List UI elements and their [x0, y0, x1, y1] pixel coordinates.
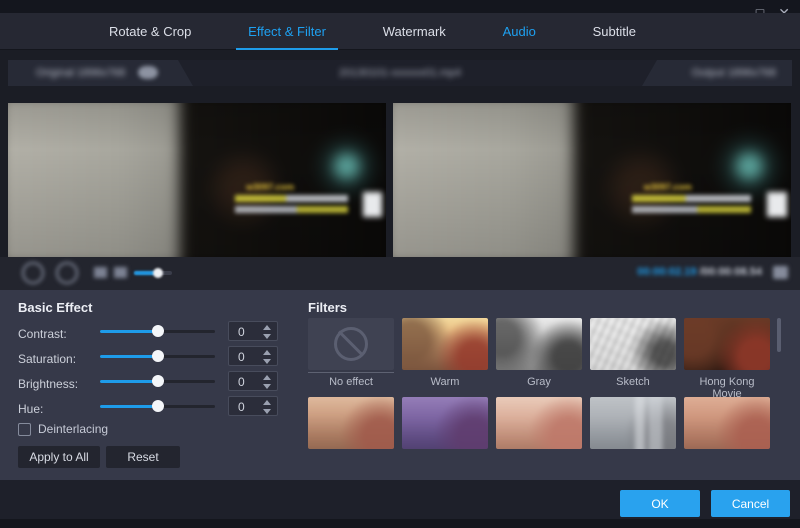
- time-display: 00:00:02.19 /00:00:08.54: [637, 266, 762, 278]
- video-watermark-text: w3097.com: [246, 182, 294, 192]
- reset-button[interactable]: Reset: [106, 446, 180, 468]
- hue-spinbox[interactable]: 0: [228, 396, 278, 416]
- filter-thumbnail[interactable]: [402, 397, 488, 449]
- brightness-label: Brightness:: [18, 377, 78, 391]
- video-watermark-text: w3097.com: [644, 182, 692, 192]
- logo-blob: [363, 192, 382, 217]
- filter-warm[interactable]: [402, 318, 488, 370]
- logo-blob: [767, 192, 787, 217]
- filename-text: 20130101-xxxxxx01.mp4: [339, 67, 461, 79]
- original-label-tab: Original 1896x768: [8, 60, 193, 86]
- output-resolution-text: Output 1896x768: [692, 67, 776, 79]
- contrast-spinbox[interactable]: 0: [228, 321, 278, 341]
- contrast-label: Contrast:: [18, 327, 67, 341]
- filter-thumbnail[interactable]: [496, 397, 582, 449]
- apply-to-all-button[interactable]: Apply to All: [18, 446, 100, 468]
- deinterlacing-label: Deinterlacing: [38, 422, 108, 436]
- filter-sketch[interactable]: [590, 318, 676, 370]
- preview-header-strip: 20130101-xxxxxx01.mp4 Original 1896x768 …: [8, 60, 792, 86]
- volume-slider[interactable]: [134, 271, 172, 275]
- effect-panel: Basic Effect Contrast: 0 Saturation: 0 B…: [0, 290, 800, 480]
- contrast-value: 0: [238, 325, 245, 339]
- hue-slider[interactable]: [100, 399, 215, 413]
- slider-knob[interactable]: [152, 350, 164, 362]
- filters-scrollbar[interactable]: [777, 318, 781, 352]
- brightness-slider[interactable]: [100, 374, 215, 388]
- spinner-arrows[interactable]: [263, 399, 273, 415]
- stop-button[interactable]: [56, 262, 78, 284]
- current-time: 00:00:02.19: [637, 266, 696, 278]
- play-button[interactable]: [22, 262, 44, 284]
- filter-label: No effect: [308, 376, 394, 388]
- filter-label: Sketch: [590, 376, 676, 388]
- title-bar: [0, 0, 800, 13]
- subtitle-line: [632, 195, 751, 202]
- slider-knob[interactable]: [152, 325, 164, 337]
- subtitle-line: [235, 195, 348, 202]
- original-video-preview: w3097.com: [8, 103, 386, 257]
- brightness-value: 0: [238, 375, 245, 389]
- hue-label: Hue:: [18, 402, 43, 416]
- filter-thumbnail[interactable]: [590, 397, 676, 449]
- filter-hong-kong-movie[interactable]: [684, 318, 770, 370]
- output-label-tab: Output 1896x768: [642, 60, 792, 86]
- total-time: /00:00:08.54: [700, 266, 762, 278]
- filter-no-effect[interactable]: [308, 318, 394, 370]
- filter-gray[interactable]: [496, 318, 582, 370]
- prev-frame-button[interactable]: [94, 267, 107, 278]
- ok-button[interactable]: OK: [620, 490, 700, 517]
- tab-audio[interactable]: Audio: [489, 13, 550, 50]
- saturation-slider[interactable]: [100, 349, 215, 363]
- eye-icon[interactable]: [138, 66, 158, 79]
- filters-title: Filters: [308, 300, 347, 315]
- subtitle-line: [235, 206, 348, 213]
- fullscreen-icon[interactable]: [773, 266, 788, 279]
- filter-thumbnail[interactable]: [308, 397, 394, 449]
- saturation-spinbox[interactable]: 0: [228, 346, 278, 366]
- selected-filter-underline: [308, 372, 394, 373]
- footer-bar: OK Cancel: [0, 480, 800, 528]
- hue-value: 0: [238, 400, 245, 414]
- saturation-value: 0: [238, 350, 245, 364]
- cancel-button[interactable]: Cancel: [711, 490, 790, 517]
- spinner-arrows[interactable]: [263, 374, 273, 390]
- tab-rotate-crop[interactable]: Rotate & Crop: [95, 13, 205, 50]
- app-window: □ ✕ Rotate & Crop Effect & Filter Waterm…: [0, 0, 800, 528]
- spinner-arrows[interactable]: [263, 324, 273, 340]
- contrast-slider[interactable]: [100, 324, 215, 338]
- slider-knob[interactable]: [152, 375, 164, 387]
- deinterlacing-row: Deinterlacing: [18, 422, 108, 436]
- filter-label: Warm: [402, 376, 488, 388]
- original-resolution-text: Original 1896x768: [36, 67, 125, 79]
- bottom-strip: [0, 519, 800, 528]
- saturation-label: Saturation:: [18, 352, 76, 366]
- deinterlacing-checkbox[interactable]: [18, 423, 31, 436]
- basic-effect-title: Basic Effect: [18, 300, 92, 315]
- next-frame-button[interactable]: [114, 267, 127, 278]
- slider-knob[interactable]: [152, 400, 164, 412]
- tabs: Rotate & Crop Effect & Filter Watermark …: [95, 13, 650, 50]
- output-video-preview: w3097.com: [393, 103, 791, 257]
- filter-label: Gray: [496, 376, 582, 388]
- subtitle-line: [632, 206, 751, 213]
- volume-knob[interactable]: [153, 268, 163, 278]
- tab-subtitle[interactable]: Subtitle: [579, 13, 650, 50]
- tab-bar: Rotate & Crop Effect & Filter Watermark …: [0, 13, 800, 50]
- playback-bar: 00:00:02.19 /00:00:08.54: [0, 257, 800, 290]
- tab-effect-filter[interactable]: Effect & Filter: [234, 13, 340, 50]
- brightness-spinbox[interactable]: 0: [228, 371, 278, 391]
- filter-thumbnail[interactable]: [684, 397, 770, 449]
- spinner-arrows[interactable]: [263, 349, 273, 365]
- tab-watermark[interactable]: Watermark: [369, 13, 460, 50]
